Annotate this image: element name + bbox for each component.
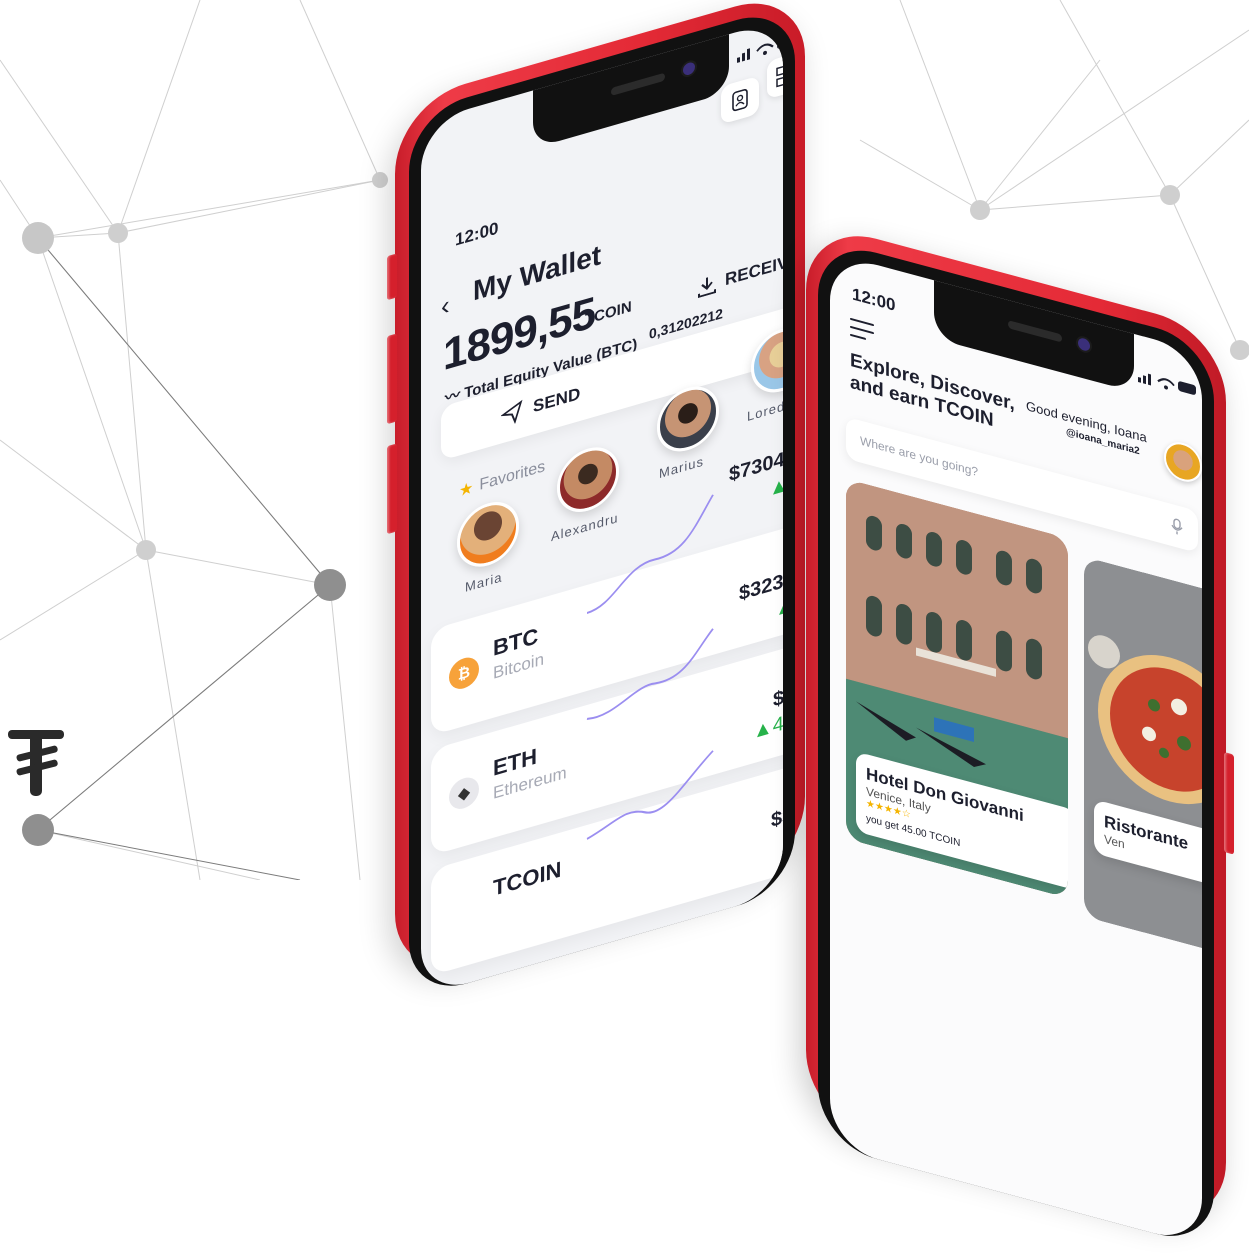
hotel-card[interactable]: Hotel Don Giovanni Venice, Italy ★★★★☆ y… [846,478,1068,899]
explore-screen: 12:00 Explore, Discover, and earn TCOIN … [830,252,1202,1247]
volume-down-button [387,443,397,535]
download-icon [698,277,716,299]
favorite-name: Marius [659,453,705,482]
pizza-photo [1084,556,1202,960]
tcoin-logo-icon [8,730,64,796]
status-time: 12:00 [852,284,896,315]
volume-up-button [387,333,397,425]
favorite-name: Loredana [747,391,783,425]
mute-switch [387,253,397,301]
menu-icon[interactable] [850,317,874,348]
favorite-name: Maria [465,569,503,595]
star-icon: ★ [459,479,474,501]
wallet-phone: 12:00 ‹ My Wallet 1899,55 TCOIN RECEIVE [387,0,805,1000]
restaurant-card[interactable]: Ristorante Ven [1084,556,1202,960]
receive-button[interactable]: RECEIVE [697,249,783,299]
search-placeholder: Where are you going? [860,433,979,480]
contacts-icon[interactable] [721,75,759,125]
qr-scan-icon[interactable] [767,50,783,100]
favorites-heading: ★ Favorites [459,457,546,501]
explore-phone: 12:00 Explore, Discover, and earn TCOIN … [806,220,1234,1250]
back-button[interactable]: ‹ [441,289,450,322]
user-avatar[interactable] [1164,437,1202,487]
wallet-screen: 12:00 ‹ My Wallet 1899,55 TCOIN RECEIVE [421,18,783,997]
avatar-maria[interactable] [457,494,519,575]
power-button [1224,752,1234,855]
microphone-icon[interactable] [1166,512,1188,540]
avatar-alexandru[interactable] [557,439,619,520]
signal-wifi-battery-icon [1138,367,1198,404]
status-time: 12:00 [455,218,499,250]
